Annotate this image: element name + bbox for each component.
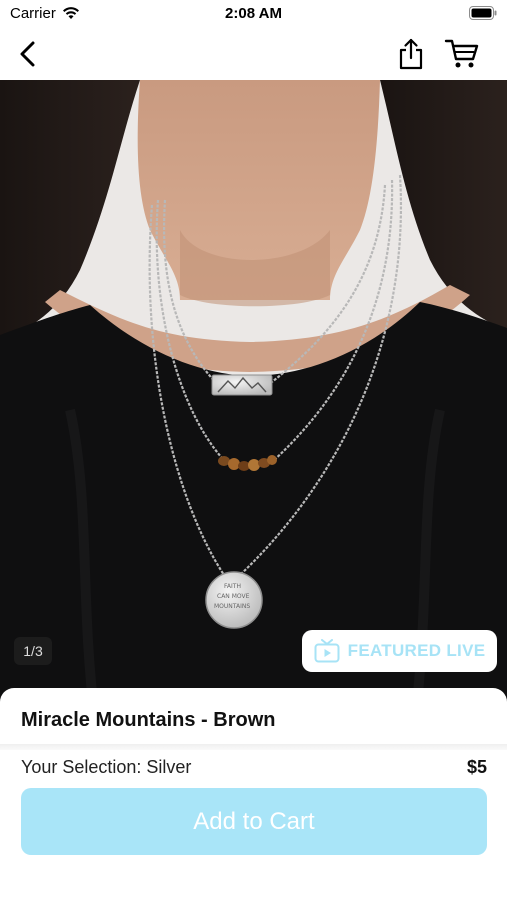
product-photo: FAITH CAN MOVE MOUNTAINS [0,80,507,720]
product-title: Miracle Mountains - Brown [21,709,276,731]
status-bar: Carrier 2:08 AM [0,0,507,28]
nav-bar [0,28,507,80]
pendant-text-mountains: MOUNTAINS [214,603,250,610]
add-to-cart-button[interactable]: Add to Cart [21,788,487,855]
pendant-text-faith: FAITH [224,583,241,590]
chevron-left-icon [20,41,35,67]
cart-icon [444,39,479,68]
featured-live-button[interactable]: FEATURED LIVE [302,630,497,672]
cart-button[interactable] [441,34,483,74]
featured-live-label: FEATURED LIVE [347,641,486,660]
share-icon [399,38,423,70]
battery-icon [469,6,497,25]
product-image[interactable]: FAITH CAN MOVE MOUNTAINS [0,80,507,720]
share-button[interactable] [391,34,431,74]
image-page-indicator: 1/3 [14,637,52,665]
back-button[interactable] [8,34,48,74]
selection-label: Your Selection: Silver [21,757,192,777]
pendant-text-can-move: CAN MOVE [217,593,250,600]
product-info-sheet: Miracle Mountains - Brown Your Selection… [0,688,507,900]
clock: 2:08 AM [225,5,282,22]
divider [0,744,507,750]
price-label: $5 [466,757,487,777]
tv-play-icon [314,639,340,663]
